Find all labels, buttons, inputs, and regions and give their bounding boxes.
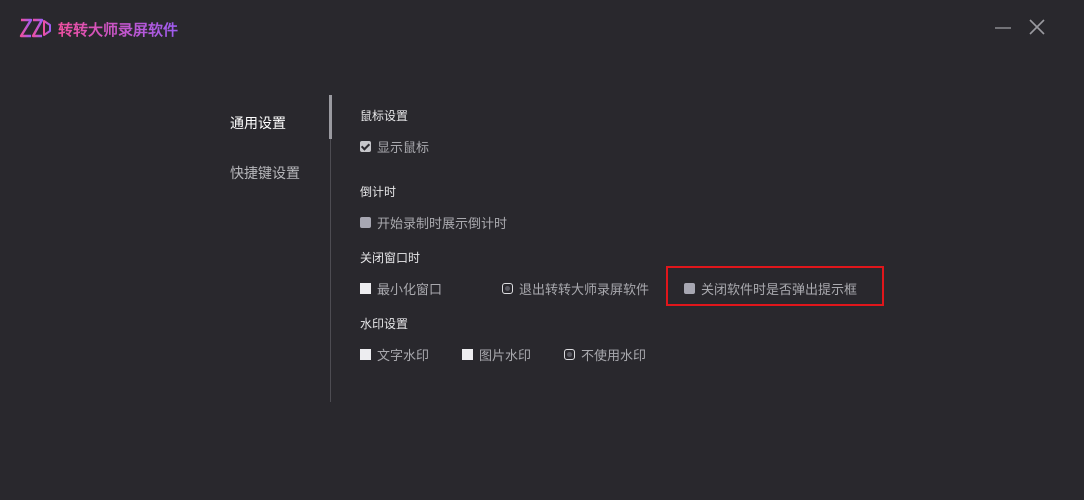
nav-item-general-settings[interactable]: 通用设置: [230, 113, 286, 133]
radio-unselected-icon: [360, 349, 371, 360]
zzd-logo-icon: [19, 18, 51, 38]
radio-unselected-icon: [462, 349, 473, 360]
checkbox-checked-icon: [360, 141, 371, 152]
checkbox-unchecked-icon: [684, 283, 695, 294]
nav-item-hotkey-settings[interactable]: 快捷键设置: [230, 163, 300, 183]
show-close-prompt-label: 关闭软件时是否弹出提示框: [701, 283, 858, 298]
show-close-prompt-checkbox[interactable]: 关闭软件时是否弹出提示框: [684, 279, 857, 298]
minimize-icon: [995, 27, 1011, 29]
radio-selected-icon: [502, 283, 513, 294]
no-watermark-option[interactable]: 不使用水印: [564, 345, 646, 364]
watermark-title: 水印设置: [360, 317, 409, 331]
close-window-title: 关闭窗口时: [360, 251, 421, 265]
checkbox-unchecked-icon: [360, 217, 371, 228]
image-watermark-label: 图片水印: [479, 349, 532, 364]
nav-divider: [330, 95, 331, 402]
minimize-window-label: 最小化窗口: [377, 283, 443, 298]
text-watermark-label: 文字水印: [377, 349, 430, 364]
show-cursor-checkbox[interactable]: 显示鼠标: [360, 137, 429, 156]
minimize-button[interactable]: [992, 16, 1014, 38]
app-title: 转转大师录屏软件: [58, 21, 179, 39]
minimize-window-option[interactable]: 最小化窗口: [360, 279, 442, 298]
radio-selected-icon: [564, 349, 575, 360]
text-watermark-option[interactable]: 文字水印: [360, 345, 429, 364]
close-icon: [1029, 19, 1045, 35]
exit-app-label: 退出转转大师录屏软件: [519, 283, 650, 298]
image-watermark-option[interactable]: 图片水印: [462, 345, 531, 364]
radio-unselected-icon: [360, 283, 371, 294]
exit-app-option[interactable]: 退出转转大师录屏软件: [502, 279, 649, 298]
countdown-title: 倒计时: [360, 185, 397, 199]
show-cursor-label: 显示鼠标: [377, 141, 430, 156]
nav-active-indicator: [329, 95, 332, 139]
show-countdown-label: 开始录制时展示倒计时: [377, 217, 508, 232]
mouse-settings-title: 鼠标设置: [360, 109, 409, 123]
no-watermark-label: 不使用水印: [581, 349, 647, 364]
close-button[interactable]: [1026, 16, 1048, 38]
show-countdown-checkbox[interactable]: 开始录制时展示倒计时: [360, 213, 507, 232]
title-bar: 转转大师录屏软件: [0, 0, 1084, 56]
